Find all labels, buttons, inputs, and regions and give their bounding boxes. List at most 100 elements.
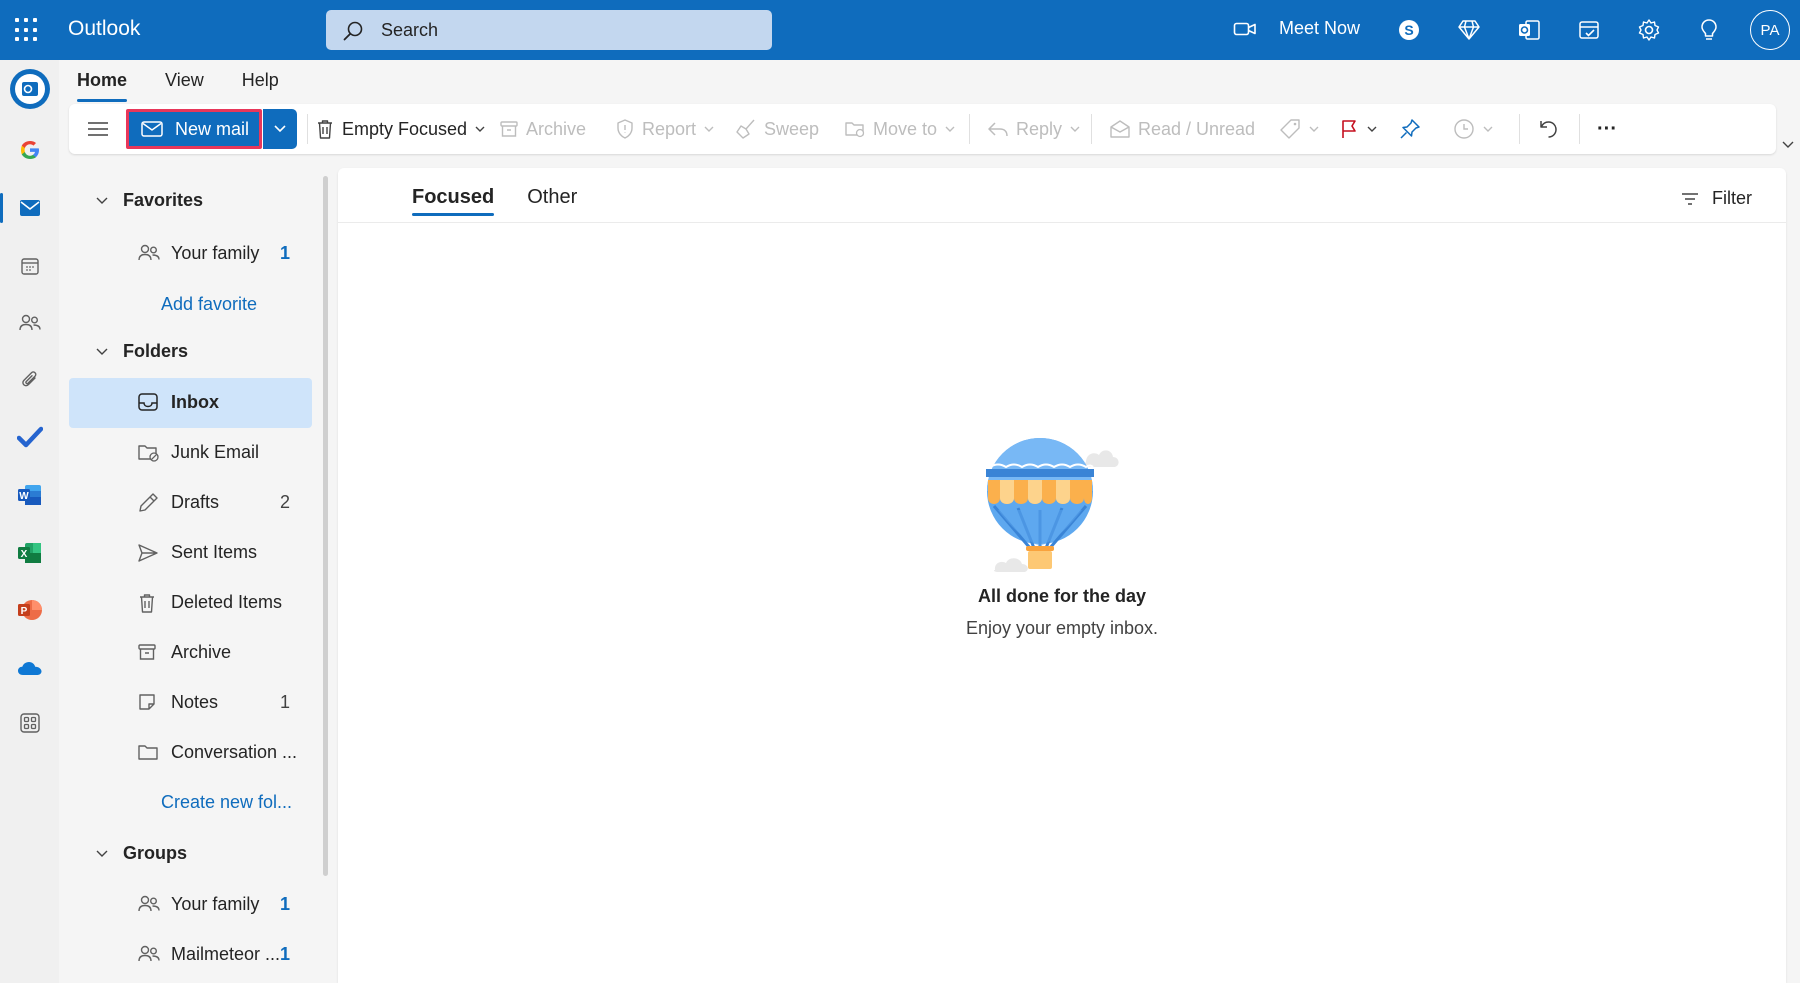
archive-button[interactable]: Archive [499,112,586,146]
folder-label: Drafts [171,492,220,512]
folder-inbox[interactable]: Inbox [69,378,312,428]
todo-icon[interactable] [0,414,59,460]
avatar[interactable]: PA [1750,10,1790,50]
snooze-button[interactable] [1453,112,1494,146]
more-options-button[interactable]: ··· [1587,112,1627,146]
meet-now-label: Meet Now [1279,18,1361,38]
folder-sent-items[interactable]: Sent Items [69,528,312,578]
new-mail-button[interactable]: New mail [126,109,262,149]
folder-label: Inbox [171,392,219,412]
inbox-icon [138,393,158,411]
add-favorite-link[interactable]: Add favorite [161,294,257,315]
chevron-down-icon [1367,126,1377,132]
tab-help[interactable]: Help [242,60,279,102]
empty-focused-button[interactable]: Empty Focused [315,112,486,146]
people-icon[interactable] [0,300,59,346]
hot-air-balloon-illustration [986,438,1119,572]
outlook-app-icon[interactable] [0,66,59,112]
drafts-icon [139,493,158,512]
favorite-your-family[interactable]: Your family 1 [69,229,312,279]
lightbulb-icon[interactable] [1696,17,1722,43]
tab-home[interactable]: Home [77,60,128,102]
undo-button[interactable] [1537,112,1559,146]
video-camera-icon [1233,22,1256,35]
search-input[interactable] [381,18,741,42]
skype-icon[interactable]: S [1396,17,1422,43]
folder-pane-scrollbar[interactable] [323,176,328,876]
folder-junk-email[interactable]: Junk Email [69,428,312,478]
excel-icon[interactable]: X [0,530,59,576]
svg-text:P: P [20,606,27,617]
new-mail-dropdown-button[interactable] [263,109,297,149]
reply-button[interactable]: Reply [987,112,1081,146]
mail-list-tabs: Focused Other [412,186,577,216]
chevron-down-icon [475,126,485,132]
app-launcher-icon[interactable] [15,18,39,42]
toolbar-divider [969,114,970,144]
more-apps-icon[interactable] [0,700,59,746]
groups-heading[interactable]: Groups [95,843,187,864]
mail-icon[interactable] [0,185,59,231]
sweep-button[interactable]: Sweep [735,112,819,146]
flag-icon [1342,120,1356,138]
move-to-button[interactable]: Move to [844,112,956,146]
ribbon-toolbar: New mail Empty Focused Archive Report Sw… [69,104,1776,154]
folders-heading[interactable]: Folders [95,341,188,362]
reply-icon [988,122,1008,137]
my-day-icon[interactable] [1576,17,1602,43]
filter-button[interactable]: Filter [1680,188,1752,209]
send-icon [138,544,158,562]
envelope-icon [141,121,163,137]
folder-label: Archive [171,642,232,662]
tab-view[interactable]: View [165,60,204,102]
attachment-icon[interactable] [0,357,59,403]
favorites-heading[interactable]: Favorites [95,190,203,211]
undo-icon [1540,121,1557,138]
folder-notes[interactable]: Notes 1 [69,678,312,728]
note-icon [139,694,155,710]
folder-deleted-items[interactable]: Deleted Items [69,578,312,628]
chevron-down-icon [1070,126,1080,132]
broom-icon [736,119,755,139]
categorize-button[interactable] [1279,112,1320,146]
chevron-down-icon [96,850,108,857]
report-button[interactable]: Report [615,112,715,146]
tag-icon [1280,119,1300,139]
premium-diamond-icon[interactable] [1456,17,1482,43]
folder-drafts[interactable]: Drafts 2 [69,478,312,528]
office-outlook-icon[interactable] [1516,17,1542,43]
calendar-icon[interactable] [0,243,59,289]
group-mailmeteor[interactable]: Mailmeteor ... 1 [69,930,312,980]
search-icon [343,21,363,41]
group-your-family[interactable]: Your family 1 [69,880,312,930]
settings-gear-icon[interactable] [1636,17,1662,43]
toolbar-divider [307,114,308,144]
flag-button[interactable] [1339,112,1378,146]
shield-icon [617,119,633,139]
folder-conversation-history[interactable]: Conversation ... [69,728,312,778]
create-new-folder-link[interactable]: Create new fol... [161,792,292,813]
unread-count: 1 [279,243,290,263]
hamburger-menu-icon[interactable] [87,112,109,146]
search-box[interactable] [326,10,772,50]
empty-state-title: All done for the day [977,586,1146,606]
chevron-down-icon [1309,126,1319,132]
app-name[interactable]: Outlook [68,17,140,41]
chevron-down-icon [274,125,286,133]
meet-now-button[interactable]: Meet Now [1233,18,1360,39]
chevron-down-icon [96,197,108,204]
folder-archive[interactable]: Archive [69,628,312,678]
pin-button[interactable] [1399,112,1421,146]
folder-label: Notes [171,692,219,712]
onedrive-icon[interactable] [0,645,59,691]
tab-focused[interactable]: Focused [412,186,495,216]
tab-other[interactable]: Other [527,186,577,216]
chevron-down-icon [1483,126,1493,132]
ribbon-collapse-chevron-icon[interactable] [1781,140,1795,150]
trash-icon [318,120,332,139]
read-unread-button[interactable]: Read / Unread [1109,112,1255,146]
word-icon[interactable]: W [0,472,59,518]
folder-count: 1 [279,692,290,712]
google-icon[interactable] [0,127,59,173]
powerpoint-icon[interactable]: P [0,587,59,633]
